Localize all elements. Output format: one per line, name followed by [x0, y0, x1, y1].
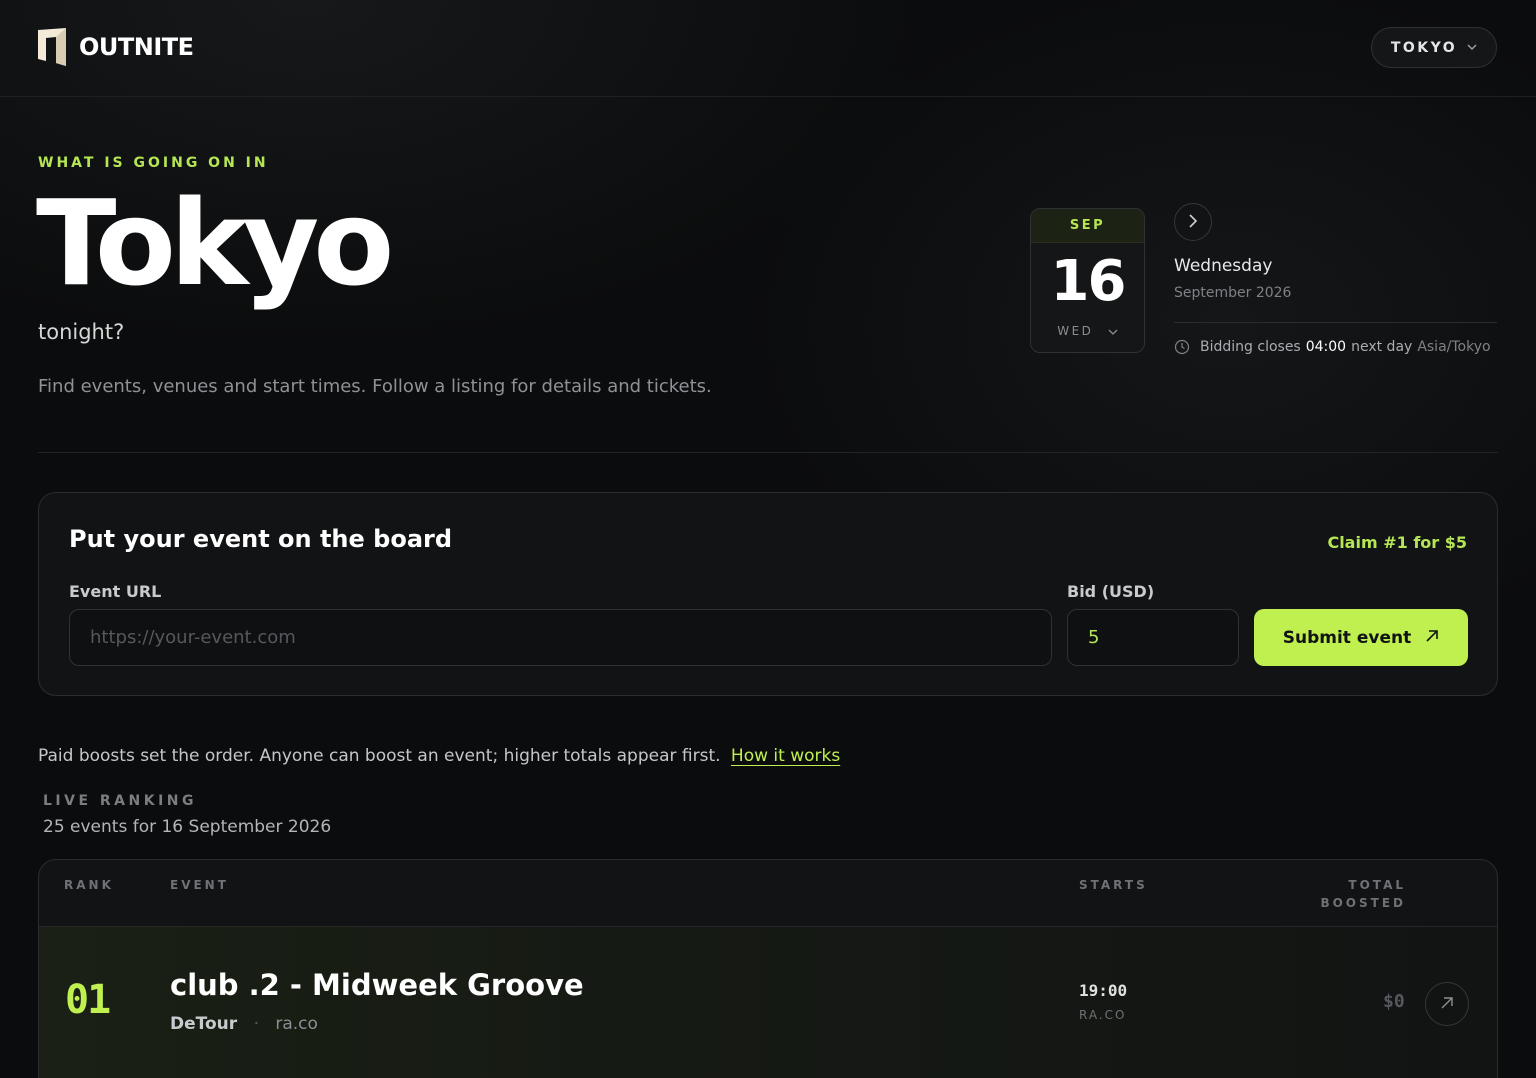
event-meta: DeTour · ra.co: [170, 1014, 318, 1034]
bidding-timezone: Asia/Tokyo: [1417, 339, 1491, 355]
bid-label: Bid (USD): [1067, 582, 1155, 601]
event-url-label: Event URL: [69, 582, 162, 601]
next-day-button[interactable]: [1174, 203, 1212, 241]
event-start-time: 19:00: [1079, 981, 1128, 1000]
bidding-close-info: Bidding closes 04:00 next day Asia/Tokyo: [1174, 339, 1491, 355]
column-header-starts: STARTS: [1079, 878, 1148, 892]
date-day: 16: [1050, 249, 1127, 314]
column-header-event: EVENT: [170, 878, 229, 892]
city-title: Tokyo: [36, 174, 394, 312]
boost-explanation: Paid boosts set the order. Anyone can bo…: [38, 746, 840, 766]
chevron-down-icon: [1108, 327, 1118, 338]
bidding-suffix: next day: [1351, 339, 1413, 355]
event-venue: DeTour: [170, 1014, 238, 1034]
submit-event-panel: Put your event on the board Claim #1 for…: [38, 492, 1498, 696]
date-picker-card[interactable]: SEP 16 WED: [1030, 208, 1145, 353]
date-dow: WED: [1031, 324, 1144, 338]
live-ranking-label: LIVE RANKING: [43, 793, 197, 809]
date-dow-label: WED: [1057, 324, 1094, 338]
brand-logo[interactable]: OUTNITE: [38, 28, 194, 66]
submit-event-button[interactable]: Submit event: [1254, 609, 1468, 666]
meta-separator: ·: [253, 1014, 259, 1034]
panel-title: Put your event on the board: [69, 525, 453, 553]
table-row[interactable]: 01 club .2 - Midweek Groove DeTour · ra.…: [39, 927, 1497, 1078]
event-url-input[interactable]: [69, 609, 1052, 666]
submit-event-label: Submit event: [1282, 627, 1412, 648]
event-source: ra.co: [275, 1014, 318, 1034]
brand-name: OUTNITE: [79, 33, 194, 61]
selected-month-year: September 2026: [1174, 285, 1292, 301]
bid-input[interactable]: [1067, 609, 1239, 666]
column-header-total-line1: TOTAL: [1348, 878, 1406, 892]
event-start-source: RA.CO: [1079, 1008, 1127, 1022]
event-total-boosted: $0: [1383, 991, 1405, 1012]
top-bar: OUTNITE TOKYO: [0, 0, 1536, 97]
hero-tagline: Find events, venues and start times. Fol…: [38, 376, 712, 397]
open-event-button[interactable]: [1425, 982, 1469, 1026]
arrow-up-right-icon: [1425, 628, 1439, 648]
row-rank: 01: [65, 977, 111, 1023]
how-it-works-link[interactable]: How it works: [731, 746, 840, 766]
column-header-total-line2: BOOSTED: [1320, 896, 1406, 910]
arrow-up-right-icon: [1440, 995, 1454, 1014]
chevron-down-icon: [1467, 42, 1477, 53]
event-count: 25 events for 16 September 2026: [43, 817, 332, 837]
date-month: SEP: [1031, 209, 1144, 243]
boost-note-text: Paid boosts set the order. Anyone can bo…: [38, 746, 721, 766]
chevron-right-icon: [1188, 213, 1198, 232]
city-selector-label: TOKYO: [1390, 39, 1458, 56]
event-title[interactable]: club .2 - Midweek Groove: [170, 968, 584, 1002]
date-divider: [1174, 322, 1497, 323]
column-header-total-boosted: TOTAL BOOSTED: [1320, 876, 1406, 912]
hero-eyebrow: WHAT IS GOING ON IN: [38, 155, 269, 171]
claim-top-spot: Claim #1 for $5: [1327, 533, 1467, 552]
column-header-rank: RANK: [64, 878, 114, 892]
selected-weekday: Wednesday: [1174, 256, 1273, 276]
bidding-time: 04:00: [1305, 339, 1347, 355]
section-divider: [38, 452, 1498, 453]
clock-icon: [1174, 339, 1190, 355]
hero-subtitle: tonight?: [38, 320, 125, 344]
city-selector[interactable]: TOKYO: [1371, 27, 1497, 68]
bidding-prefix: Bidding closes: [1200, 339, 1301, 355]
logo-mark-icon: [38, 28, 66, 66]
ranking-table: RANK EVENT STARTS TOTAL BOOSTED 01 club …: [38, 859, 1498, 1078]
